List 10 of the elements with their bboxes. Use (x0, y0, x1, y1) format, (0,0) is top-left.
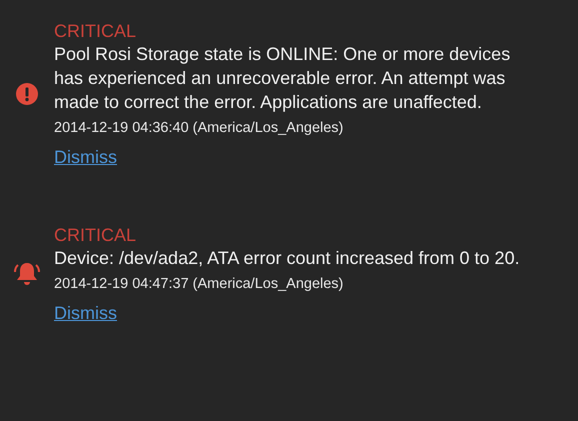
bell-icon (13, 261, 41, 287)
severity-label: CRITICAL (54, 20, 136, 42)
dismiss-link[interactable]: Dismiss (54, 146, 117, 168)
dismiss-link[interactable]: Dismiss (54, 302, 117, 324)
alert-icon (16, 83, 38, 105)
alert-message: Device: /dev/ada2, ATA error count increased from 0 to 20. (54, 247, 520, 270)
alert-timestamp: 2014-12-19 04:36:40 (America/Los_Angeles) (54, 119, 344, 138)
alert-timestamp: 2014-12-19 04:47:37 (America/Los_Angeles) (54, 275, 344, 294)
severity-label: CRITICAL (54, 224, 136, 246)
alert-message: Pool Rosi Storage state is ONLINE: One or more devices has experienced an unrecoverable error. An attempt was made to correct the error. Applications are unaffected. (54, 43, 512, 114)
